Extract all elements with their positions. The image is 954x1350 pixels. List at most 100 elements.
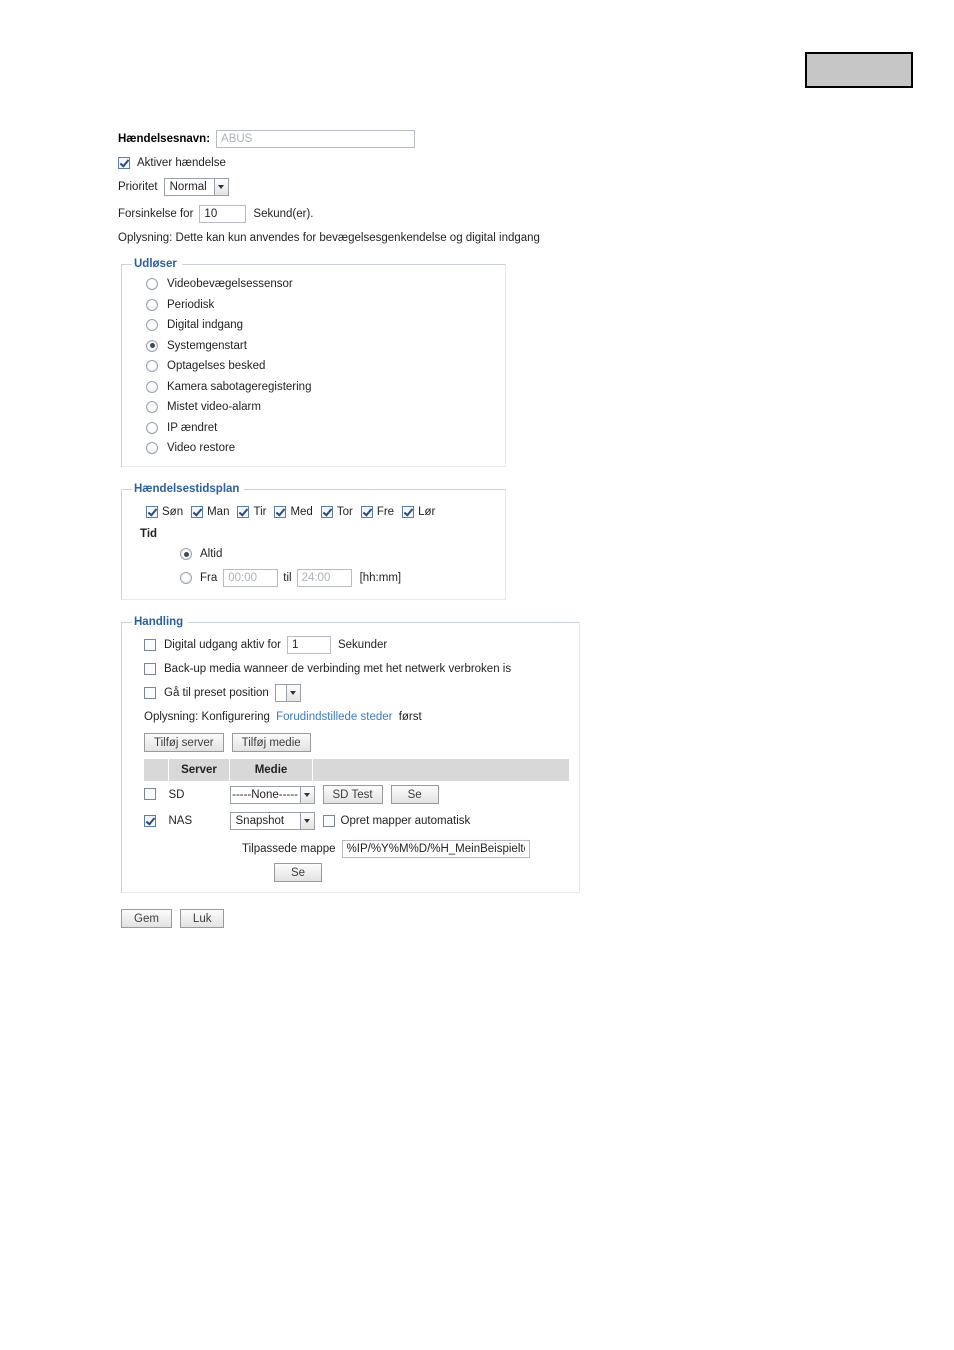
- trigger-option-tamper-detect[interactable]: Kamera sabotageregistering: [146, 380, 495, 393]
- schedule-legend: Hændelsestidsplan: [134, 483, 240, 495]
- trigger-radio-recording-notify[interactable]: [146, 360, 158, 372]
- backup-media-row[interactable]: Back-up media wanneer de verbinding met …: [144, 663, 569, 675]
- weekday-thu[interactable]: Tor: [320, 506, 353, 518]
- nas-row-checkbox-cell[interactable]: [144, 808, 169, 834]
- priority-select-value: Normal: [163, 178, 214, 196]
- priority-label: Prioritet: [118, 181, 158, 193]
- schedule-section: Hændelsestidsplan Søn Man Tir Med Tor Fr…: [121, 483, 506, 600]
- close-button[interactable]: Luk: [179, 909, 225, 928]
- time-label-always: Altid: [200, 548, 223, 560]
- weekday-checkbox-wed[interactable]: [274, 506, 287, 518]
- redacted-header-block: [805, 52, 913, 88]
- weekday-sun[interactable]: Søn: [146, 506, 183, 518]
- action-section: Handling Digital udgang aktiv for Sekund…: [121, 616, 580, 893]
- sd-test-button[interactable]: SD Test: [322, 785, 383, 804]
- weekday-checkbox-sat[interactable]: [402, 506, 415, 518]
- weekday-checkbox-group: Søn Man Tir Med Tor Fre Lør: [146, 506, 495, 518]
- trigger-label-tamper-detect: Kamera sabotageregistering: [167, 380, 312, 393]
- trigger-option-digital-input[interactable]: Digital indgang: [146, 319, 495, 331]
- trigger-option-system-boot[interactable]: Systemgenstart: [146, 339, 495, 352]
- weekday-label-sat: Lør: [418, 506, 436, 518]
- weekday-label-thu: Tor: [336, 506, 353, 518]
- delay-input[interactable]: [199, 205, 247, 223]
- auto-create-folders-checkbox[interactable]: [322, 815, 335, 827]
- event-settings-form: Hændelsesnavn: Aktiver hændelse Priorite…: [118, 130, 588, 928]
- chevron-down-icon[interactable]: [213, 178, 229, 196]
- trigger-radio-system-boot[interactable]: [146, 339, 158, 352]
- time-label-from: Fra: [200, 572, 218, 584]
- preset-position-row[interactable]: Gå til preset position: [144, 684, 569, 702]
- chevron-down-icon[interactable]: [299, 812, 315, 830]
- delay-row: Forsinkelse for Sekund(er).: [118, 205, 588, 223]
- nas-row-server-cell: NAS: [169, 808, 230, 834]
- weekday-mon[interactable]: Man: [191, 506, 229, 518]
- weekday-label-sun: Søn: [162, 506, 184, 518]
- digital-output-checkbox[interactable]: [144, 639, 156, 651]
- weekday-checkbox-thu[interactable]: [320, 506, 333, 518]
- trigger-radio-video-restore[interactable]: [146, 442, 158, 454]
- sd-row-checkbox-cell[interactable]: [144, 781, 169, 808]
- weekday-fri[interactable]: Fre: [360, 506, 394, 518]
- preset-info-line: Oplysning: Konfigurering Forudindstilled…: [144, 711, 569, 723]
- digital-output-seconds-input[interactable]: [286, 636, 331, 654]
- save-button[interactable]: Gem: [121, 909, 172, 928]
- trigger-label-ip-changed: IP ændret: [167, 421, 218, 434]
- enable-event-checkbox[interactable]: [118, 157, 130, 169]
- digital-output-row[interactable]: Digital udgang aktiv for Sekunder: [144, 636, 569, 654]
- trigger-option-ip-changed[interactable]: IP ændret: [146, 421, 495, 434]
- weekday-checkbox-mon[interactable]: [191, 506, 204, 518]
- trigger-option-video-loss[interactable]: Mistet video-alarm: [146, 401, 495, 413]
- trigger-radio-periodic[interactable]: [146, 298, 158, 311]
- custom-folder-browse-button[interactable]: Se: [274, 863, 323, 882]
- general-info-note: Oplysning: Dette kan kun anvendes for be…: [118, 232, 540, 244]
- weekday-checkbox-tue[interactable]: [237, 506, 250, 518]
- weekday-sat[interactable]: Lør: [402, 506, 435, 518]
- weekday-tue[interactable]: Tir: [237, 506, 266, 518]
- weekday-checkbox-sun[interactable]: [146, 506, 158, 518]
- custom-folder-input[interactable]: [341, 840, 530, 858]
- sd-browse-button[interactable]: Se: [390, 785, 439, 804]
- table-header-row: Server Medie: [144, 759, 569, 781]
- time-from-input[interactable]: [223, 569, 279, 587]
- nas-row-media-cell: Snapshot Opret mapper automatisk: [229, 808, 570, 834]
- trigger-option-video-restore[interactable]: Video restore: [146, 442, 495, 454]
- trigger-label-video-motion: Videobevægelsessensor: [167, 278, 293, 290]
- time-range-row[interactable]: Fra til [hh:mm]: [180, 569, 495, 587]
- weekday-wed[interactable]: Med: [274, 506, 313, 518]
- time-to-input[interactable]: [296, 569, 352, 587]
- sd-row-checkbox[interactable]: [144, 788, 156, 801]
- weekday-checkbox-fri[interactable]: [360, 506, 373, 518]
- trigger-label-recording-notify: Optagelses besked: [167, 360, 266, 372]
- trigger-radio-ip-changed[interactable]: [146, 421, 158, 434]
- preset-info-prefix: Oplysning: Konfigurering: [144, 711, 270, 723]
- trigger-label-periodic: Periodisk: [167, 298, 215, 311]
- time-radio-range[interactable]: [180, 572, 192, 584]
- trigger-option-video-motion[interactable]: Videobevægelsessensor: [146, 278, 495, 290]
- table-header-server: Server: [168, 759, 230, 781]
- trigger-option-recording-notify[interactable]: Optagelses besked: [146, 360, 495, 372]
- preset-position-checkbox[interactable]: [144, 687, 156, 699]
- nas-row-checkbox[interactable]: [144, 814, 156, 827]
- trigger-radio-digital-input[interactable]: [146, 319, 158, 331]
- chevron-down-icon[interactable]: [285, 684, 301, 702]
- trigger-option-periodic[interactable]: Periodisk: [146, 298, 495, 311]
- preset-position-select[interactable]: [274, 684, 301, 702]
- backup-media-checkbox[interactable]: [144, 663, 156, 675]
- nas-media-select[interactable]: Snapshot: [229, 812, 315, 830]
- trigger-radio-tamper-detect[interactable]: [146, 380, 158, 393]
- event-name-label: Hændelsesnavn:: [118, 133, 211, 145]
- add-server-button[interactable]: Tilføj server: [144, 733, 224, 752]
- chevron-down-icon[interactable]: [299, 785, 315, 804]
- time-radio-always[interactable]: [180, 548, 192, 560]
- sd-media-select[interactable]: -----None-----: [229, 785, 315, 804]
- trigger-radio-video-loss[interactable]: [146, 401, 158, 413]
- time-always-row[interactable]: Altid: [180, 548, 495, 560]
- priority-select[interactable]: Normal: [163, 178, 229, 196]
- enable-event-row[interactable]: Aktiver hændelse: [118, 157, 588, 169]
- delay-unit-label: Sekund(er).: [253, 208, 314, 220]
- trigger-radio-video-motion[interactable]: [146, 278, 158, 290]
- add-media-button[interactable]: Tilføj medie: [231, 733, 311, 752]
- trigger-section: Udløser Videobevægelsessensor Periodisk …: [121, 258, 506, 467]
- preset-info-link[interactable]: Forudindstillede steder: [276, 711, 392, 723]
- event-name-input[interactable]: [216, 130, 416, 148]
